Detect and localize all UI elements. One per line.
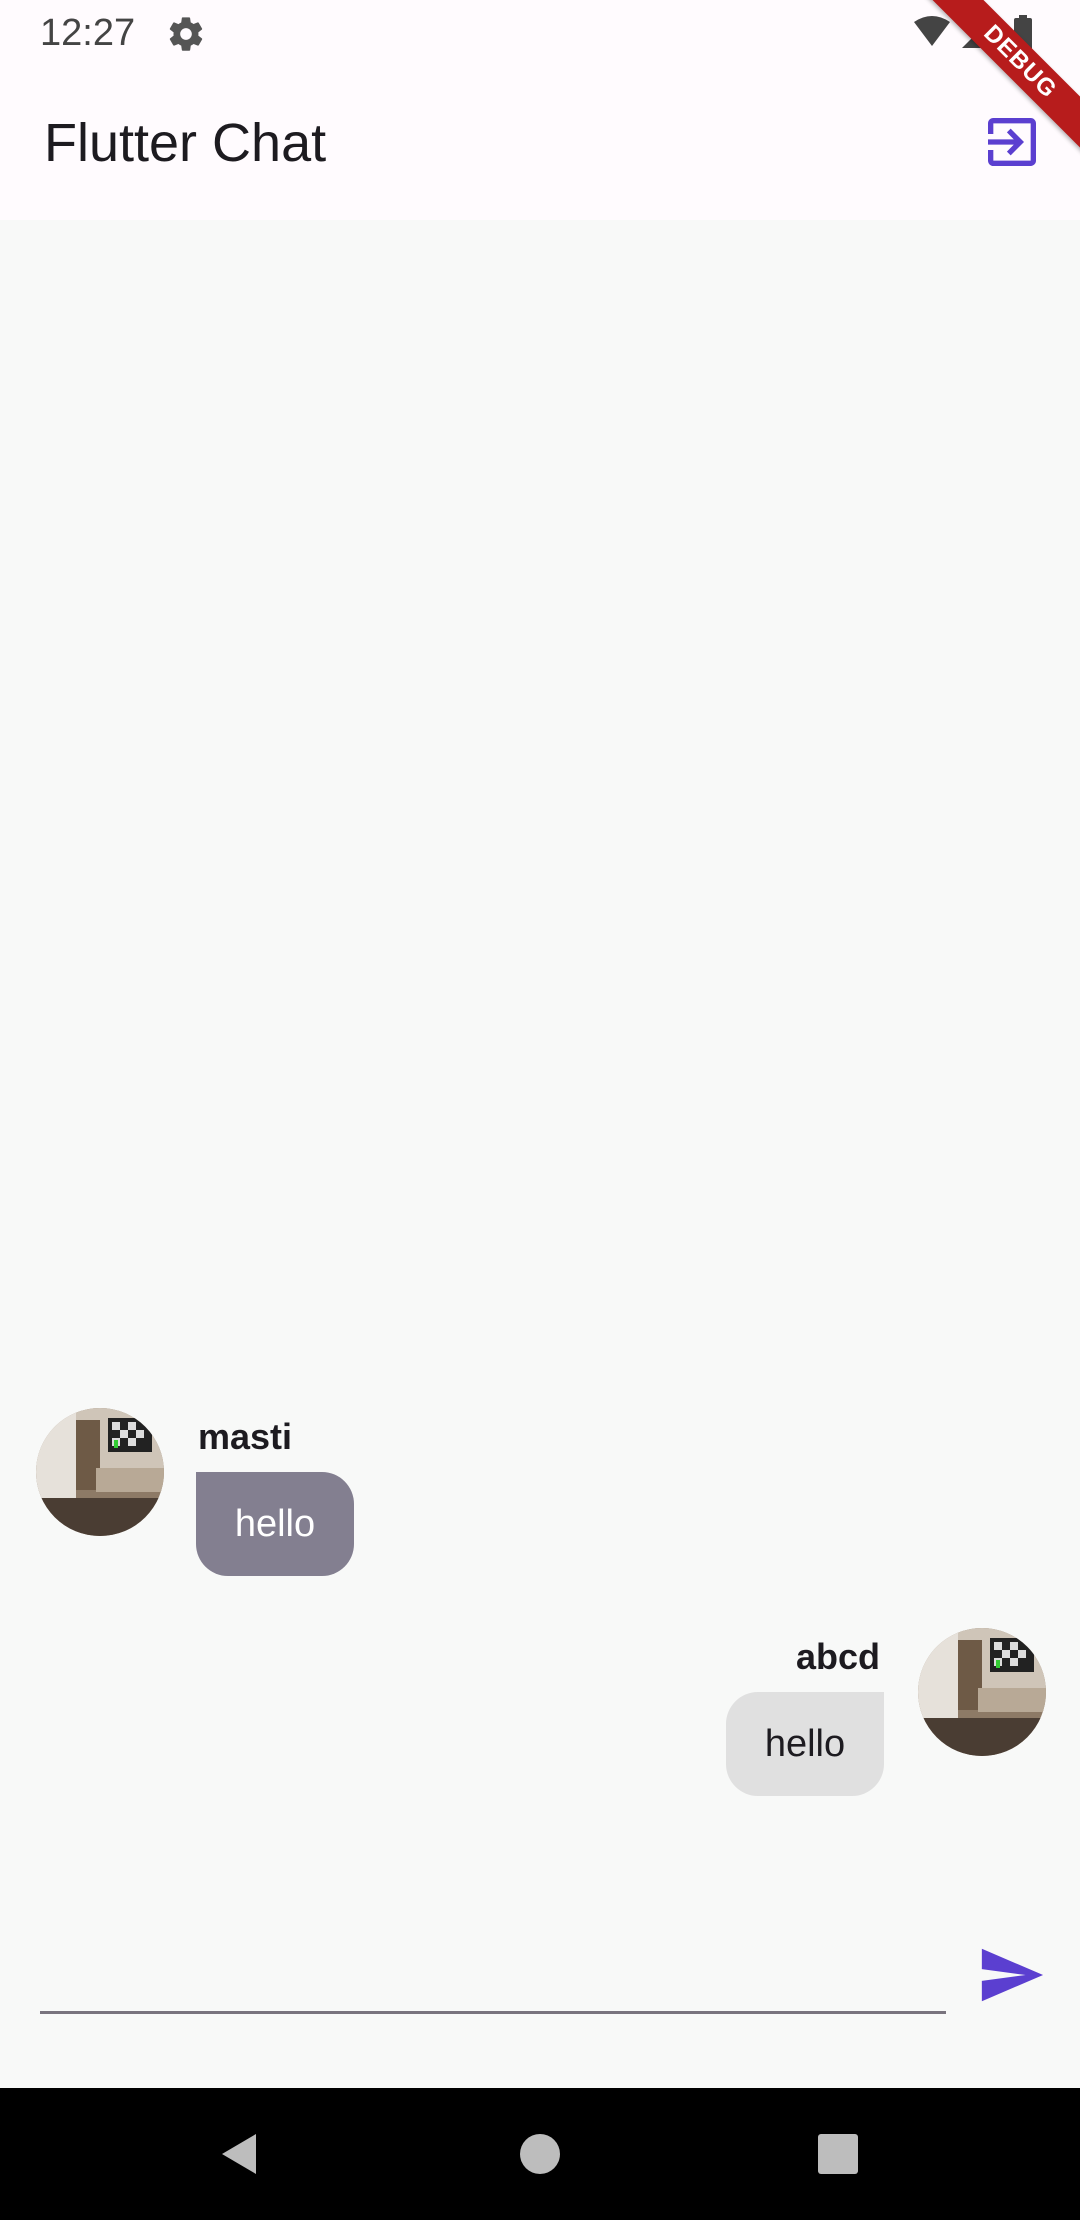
wifi-icon <box>914 16 950 46</box>
avatar <box>918 1628 1046 1756</box>
back-icon[interactable] <box>212 2126 268 2182</box>
chat-list[interactable]: masti hello abcd hello <box>0 220 1080 1880</box>
status-icons <box>914 15 1032 50</box>
battery-icon <box>1014 18 1032 50</box>
recents-icon[interactable] <box>810 2126 866 2182</box>
avatar <box>36 1408 164 1536</box>
sender-name: abcd <box>795 1636 880 1677</box>
app-bar: Flutter Chat <box>0 66 1080 220</box>
message-input[interactable] <box>40 1944 946 2014</box>
message-bubble: hello <box>196 1472 354 1576</box>
message-bubble: hello <box>726 1692 884 1796</box>
sender-name: masti <box>198 1416 293 1457</box>
send-icon[interactable] <box>976 1940 1046 2010</box>
home-icon[interactable] <box>512 2126 568 2182</box>
logout-icon[interactable] <box>980 110 1044 174</box>
gear-icon <box>169 17 203 51</box>
status-time: 12:27 <box>40 12 136 54</box>
composer <box>0 1880 1080 2088</box>
page-title: Flutter Chat <box>44 113 327 173</box>
status-bar: 12:27 <box>0 0 1080 66</box>
signal-icon <box>962 18 992 48</box>
system-nav-bar <box>0 2088 1080 2220</box>
